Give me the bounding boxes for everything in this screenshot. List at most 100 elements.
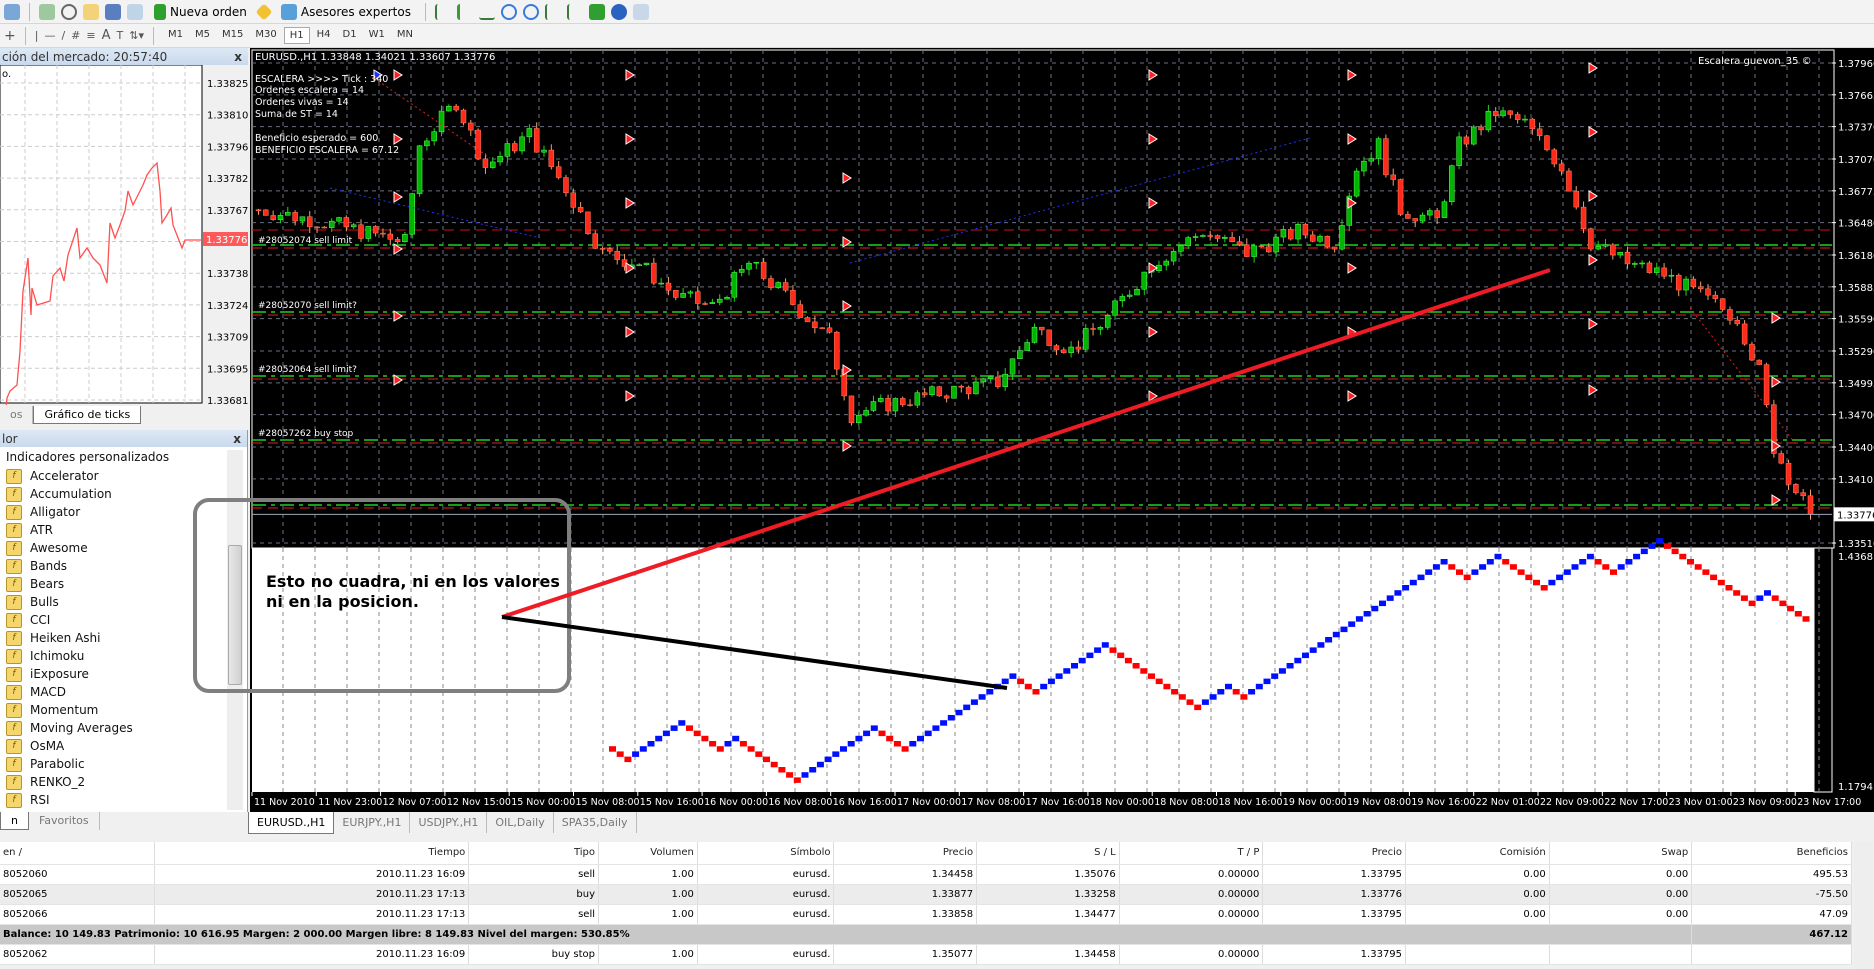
indicator-item[interactable]: f OsMA [6,737,64,755]
column-header[interactable]: Swap [1549,842,1693,865]
indicator-item[interactable]: f Bulls [6,593,59,611]
column-header[interactable]: en / [0,842,156,865]
timeframe-m30[interactable]: M30 [250,27,281,44]
tab-tick-chart[interactable]: Gráfico de ticks [33,406,142,424]
chart-tab[interactable]: USDJPY.,H1 [410,812,488,833]
column-header[interactable]: Comisión [1405,842,1550,865]
candle-body [599,248,606,250]
table-row[interactable]: 8052066 2010.11.23 17:13 sell 1.00 eurusd. 1.… [0,904,1852,925]
periods-icon[interactable] [610,3,627,20]
timeframe-h4[interactable]: H4 [312,27,336,44]
close-icon[interactable]: x [233,432,247,446]
vertical-line-icon[interactable]: | [35,29,39,42]
chart-tab[interactable]: SPA35,Daily [554,812,637,833]
autoscroll-icon[interactable] [544,3,561,20]
profiles-icon[interactable] [39,3,55,20]
timeframe-m1[interactable]: M1 [163,27,188,44]
indicator-label: Momentum [30,703,99,717]
indicator-item[interactable]: f RENKO_2 [6,773,85,791]
column-header[interactable]: S / L [976,842,1120,865]
candle-body [658,282,664,285]
text-tool-icon[interactable]: A [102,28,111,43]
column-header[interactable]: Tipo [468,842,599,865]
tester-icon[interactable] [127,3,143,20]
close-icon[interactable]: x [234,50,248,64]
candle-body [1317,235,1323,242]
timeframe-h1[interactable]: H1 [283,27,310,44]
indicator-item[interactable]: f ATR [6,521,53,539]
indicators-icon[interactable] [588,3,605,20]
indicator-item[interactable]: f CCI [6,611,50,629]
table-cell: 0.00 [1549,904,1693,925]
timeframe-m5[interactable]: M5 [190,27,215,44]
line-chart-icon[interactable] [478,4,495,20]
indicator-item[interactable]: f Ichimoku [6,647,84,665]
chart-tab[interactable]: EURUSD.,H1 [248,812,335,834]
zoom-in-icon[interactable] [500,3,517,20]
column-header[interactable]: Beneficios [1691,842,1852,865]
chart-shift-icon[interactable] [566,3,583,20]
navigator-group-custom-indicators[interactable]: Indicadores personalizados [6,448,169,466]
table-row[interactable]: 8052062 2010.11.23 16:09 buy stop 1.00 eurus… [0,944,1852,965]
new-chart-icon[interactable] [4,3,20,20]
channel-icon[interactable]: # [71,29,80,42]
candle-body [1529,118,1536,130]
terminal-scrollbar[interactable] [1854,842,1874,969]
column-header[interactable]: Tiempo [154,842,470,865]
indicator-item[interactable]: f RSI [6,791,50,809]
warning-icon[interactable] [255,3,273,20]
tab-favorites[interactable]: Favoritos [29,812,100,830]
arrows-icon[interactable]: ⇅▾ [129,29,144,42]
tab-symbols[interactable]: os [0,406,34,424]
indicator-item[interactable]: f Alligator [6,503,80,521]
indicator-item[interactable]: f Bands [6,557,67,575]
indicator-item[interactable]: f Accelerator [6,467,99,485]
candlestick-icon[interactable] [456,3,473,20]
trendline-icon[interactable]: / [61,29,65,42]
scrollbar-thumb[interactable] [228,545,242,685]
timeframe-d1[interactable]: D1 [338,27,362,44]
table-row[interactable]: 8052060 2010.11.23 16:09 sell 1.00 eurusd. 1.… [0,864,1852,885]
indicator-item[interactable]: f Heiken Ashi [6,629,100,647]
templates-icon[interactable] [632,3,649,20]
indicator-item[interactable]: f Accumulation [6,485,112,503]
column-header[interactable]: Precio [1262,842,1407,865]
indicator-item[interactable]: f iExposure [6,665,89,683]
indicator-item[interactable]: f Awesome [6,539,88,557]
column-header[interactable]: Volumen [598,842,698,865]
label-tool-icon[interactable]: T [117,29,124,42]
cursor-icon[interactable]: + [4,28,16,44]
indicator-item[interactable]: f Bears [6,575,64,593]
navigator-icon[interactable] [83,3,99,20]
tab-common[interactable]: n [0,812,29,830]
indicator-item[interactable]: f Moving Averages [6,719,133,737]
terminal-icon[interactable] [105,3,121,20]
time-axis-label: 15 Nov 08:00 [576,797,640,808]
candle-body [1024,342,1030,351]
horizontal-line-icon[interactable]: — [44,29,55,42]
timeframe-m15[interactable]: M15 [217,27,248,44]
table-row[interactable]: 8052065 2010.11.23 17:13 buy 1.00 eurusd. 1.3… [0,884,1852,905]
bar-chart-icon[interactable] [434,3,451,20]
column-header[interactable]: Símbolo [697,842,835,865]
fibonacci-icon[interactable]: ≡ [86,29,95,42]
indicator-label: ATR [30,523,53,537]
column-header[interactable]: Precio [833,842,978,865]
column-header[interactable]: T / P [1119,842,1264,865]
expert-advisors-button[interactable]: Asesores expertos [276,2,416,22]
timeframe-w1[interactable]: W1 [364,27,390,44]
indicator-item[interactable]: f Parabolic [6,755,85,773]
renko-brick [1556,574,1564,581]
crosshair-icon[interactable] [61,3,77,20]
renko-brick [647,741,655,747]
price-chart[interactable]: 1.37960 1.37665 1.37370 1.37070 1.36775 1.364… [250,48,1874,812]
new-order-button[interactable]: Nueva orden [149,2,252,22]
navigator-scrollbar[interactable] [227,450,243,810]
indicator-item[interactable]: f Momentum [6,701,98,719]
renko-brick [1602,564,1610,570]
indicator-item[interactable]: f MACD [6,683,66,701]
chart-tab[interactable]: EURJPY.,H1 [334,812,411,833]
zoom-out-icon[interactable] [522,3,539,20]
timeframe-mn[interactable]: MN [392,27,418,44]
chart-tab[interactable]: OIL,Daily [487,812,554,833]
